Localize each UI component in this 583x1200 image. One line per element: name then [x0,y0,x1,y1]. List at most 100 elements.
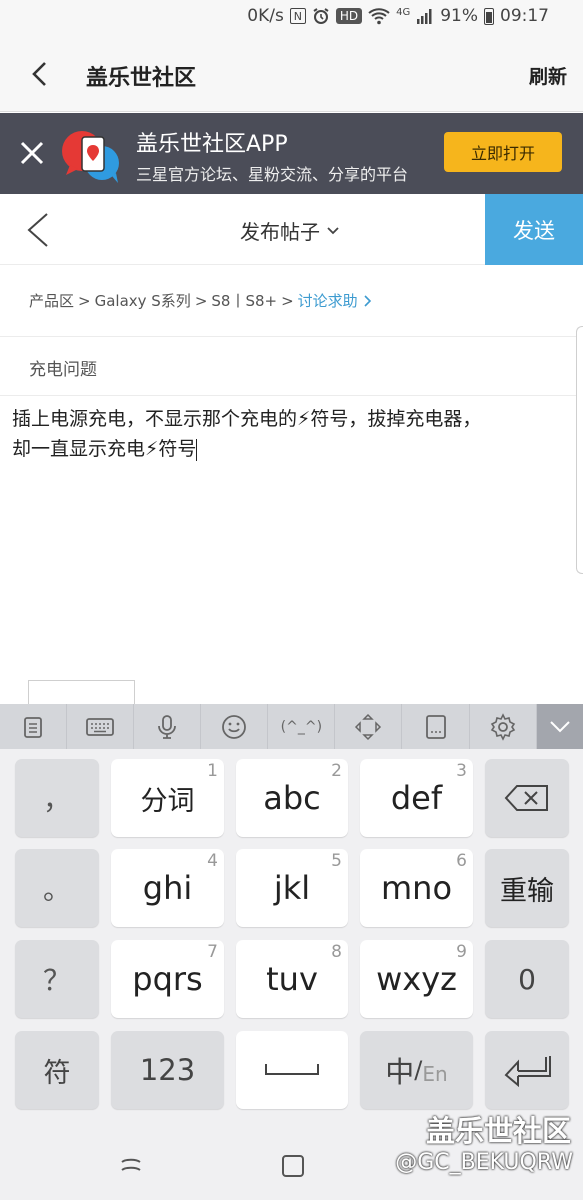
keyboard-icon [86,717,115,736]
key-label: ， [42,783,71,816]
network-type: 4G [396,6,411,18]
kaomoji-button[interactable]: (^_^) [268,704,336,749]
post-back-button[interactable] [22,210,54,250]
status-bar: 0K/s N HD 4G 91% 09:17 [0,0,583,36]
key-6[interactable]: 6 mno [360,849,473,927]
banner-subtitle: 三星官方论坛、星粉交流、分享的平台 [136,165,409,184]
key-label: tuv [266,960,318,998]
key-7[interactable]: 7 pqrs [111,940,224,1018]
alarm-icon [312,7,330,25]
settings-icon [490,712,515,741]
key-hint: 8 [331,942,342,962]
space-icon [265,1064,319,1075]
keyboard-toolbar: (^_^) [0,704,583,749]
key-2[interactable]: 2 abc [236,759,348,837]
key-label: 符 [43,1057,71,1089]
key-question[interactable]: ？ [15,940,99,1018]
key-label: def [390,779,443,817]
refresh-button[interactable]: 刷新 [529,62,567,89]
reinput-key[interactable]: 重输 [485,849,569,927]
key-hint: 5 [331,851,342,871]
key-label: wxyz [376,960,457,998]
cursor-move-icon [355,713,382,740]
keyboard-settings-button[interactable] [470,704,537,749]
key-8[interactable]: 8 tuv [236,940,348,1018]
post-header: 发布帖子 发送 [0,194,583,265]
browser-title: 盖乐世社区 [86,66,197,91]
browser-toolbar: 盖乐世社区 刷新 [0,36,583,112]
handwriting-icon [425,714,446,739]
key-label: 分词 [140,785,195,817]
lang-en-label: En [422,1062,448,1086]
recent-apps-button[interactable] [118,1156,144,1182]
chevron-right-icon [364,294,371,307]
collapse-icon [550,720,570,732]
symbols-key[interactable]: 符 [15,1031,99,1109]
breadcrumb-item: 产品区 [29,292,75,310]
browser-back-button[interactable] [24,58,56,90]
key-hint: 6 [456,851,467,871]
numbers-key[interactable]: 123 [111,1031,224,1109]
key-hint: 9 [456,942,467,962]
home-button[interactable] [281,1154,305,1182]
post-type-label: 发布帖子 [240,220,320,244]
network-speed: 0K/s [247,6,284,26]
key-9[interactable]: 9 wxyz [360,940,473,1018]
post-body-field[interactable]: 插上电源充电，不显示那个充电的⚡符号，拔掉充电器， 却一直显示充电⚡符号 [12,404,567,464]
key-label: pqrs [132,960,203,998]
key-period[interactable]: 。 [15,849,99,927]
cursor-move-button[interactable] [335,704,403,749]
watermark-site: 盖乐世社区 [425,1114,571,1148]
backspace-key[interactable] [485,759,569,837]
post-body-line: 插上电源充电，不显示那个充电的⚡符号，拔掉充电器， [12,408,482,430]
key-4[interactable]: 4 ghi [111,849,224,927]
breadcrumb-separator: > [194,291,208,310]
battery-percent: 91% [440,6,478,26]
watermark-user: @GC_BEKUQRW [395,1150,573,1175]
emoji-button[interactable] [201,704,269,749]
keyboard-mode-button[interactable] [67,704,135,749]
key-label: abc [263,779,321,817]
subject-field[interactable]: 充电问题 [0,338,583,396]
language-switch-key[interactable]: 中 / En [360,1031,473,1109]
lang-separator: / [414,1056,423,1084]
breadcrumb[interactable]: 产品区 > Galaxy S系列 > S8丨S8+ > 讨论求助 [0,265,583,337]
key-1[interactable]: 1 分词 [111,759,224,837]
open-app-button[interactable]: 立即打开 [444,132,562,172]
breadcrumb-separator: > [281,291,294,310]
chevron-left-icon [27,213,48,247]
post-type-dropdown[interactable]: 发布帖子 [240,216,340,245]
key-label: 。 [42,873,71,906]
close-banner-button[interactable] [16,137,48,169]
text-cursor [196,438,198,461]
key-label: mno [380,869,453,907]
handwriting-button[interactable] [402,704,470,749]
kaomoji-icon: (^_^) [280,718,323,735]
voice-input-button[interactable] [134,704,202,749]
banner-title: 盖乐世社区APP [136,132,288,157]
edge-panel-handle[interactable] [576,326,583,574]
app-promo-banner: 盖乐世社区APP 三星官方论坛、星粉交流、分享的平台 立即打开 [0,113,583,194]
space-key[interactable] [236,1031,348,1109]
key-comma[interactable]: ， [15,759,99,837]
key-5[interactable]: 5 jkl [236,849,348,927]
emoji-icon [222,714,247,739]
nfc-icon: N [289,8,306,24]
enter-key[interactable] [485,1031,569,1109]
key-3[interactable]: 3 def [360,759,473,837]
send-button[interactable]: 发送 [485,194,583,265]
key-hint: 4 [207,851,218,871]
breadcrumb-item: Galaxy S系列 [94,292,191,310]
key-label: 123 [139,1053,196,1087]
app-logo-icon [60,123,124,185]
hide-keyboard-button[interactable] [536,704,583,749]
lang-cn-label: 中 [385,1055,415,1089]
key-hint: 7 [207,942,218,962]
clock: 09:17 [500,6,549,26]
key-label: jkl [273,869,311,907]
breadcrumb-separator: > [78,291,91,310]
key-0[interactable]: 0 [485,940,569,1018]
clipboard-button[interactable] [0,704,68,749]
microphone-icon [158,714,177,739]
breadcrumb-item: S8丨S8+ [211,292,278,310]
